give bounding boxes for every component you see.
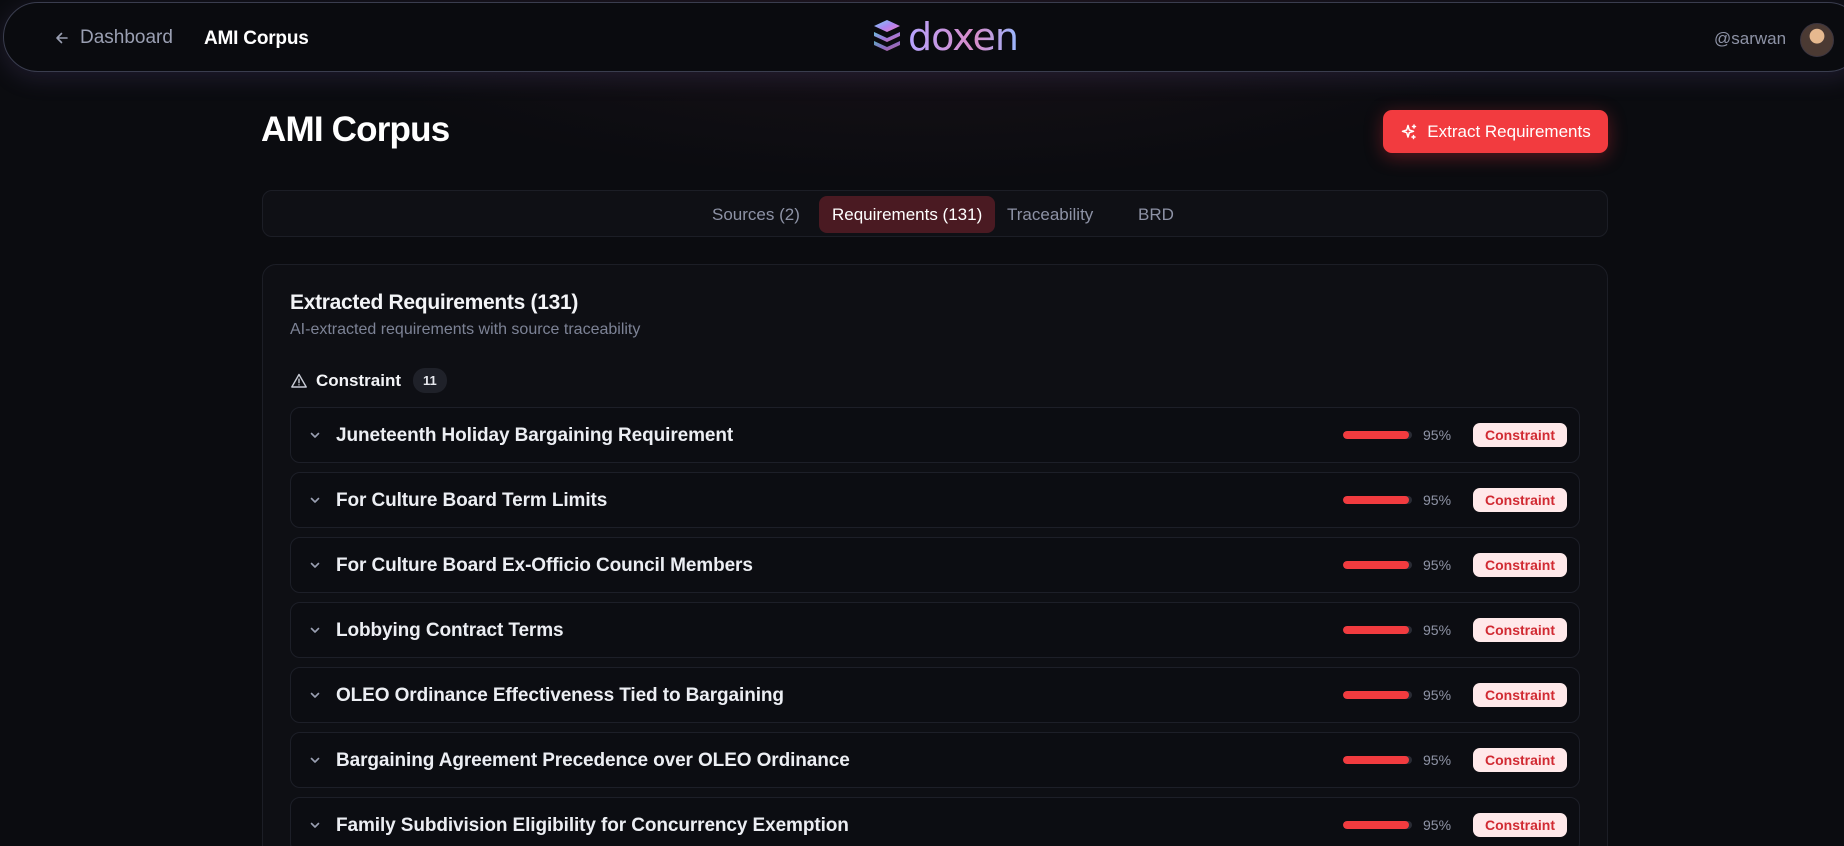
- confidence-percent: 95%: [1423, 492, 1452, 508]
- user-handle: @sarwan: [1714, 29, 1787, 48]
- requirement-row[interactable]: Juneteenth Holiday Bargaining Requiremen…: [290, 407, 1580, 463]
- confidence-percent: 95%: [1423, 752, 1452, 768]
- avatar[interactable]: [1800, 23, 1834, 57]
- arrow-left-icon: [56, 32, 68, 44]
- requirement-row[interactable]: For Culture Board Term Limits 95% Constr…: [290, 472, 1580, 528]
- tab-requirements[interactable]: Requirements (131): [819, 196, 996, 233]
- brand[interactable]: doxen: [870, 15, 1019, 59]
- tab-sources[interactable]: Sources (2): [699, 196, 813, 233]
- confidence-bar-fill: [1343, 756, 1409, 764]
- chevron-down-icon[interactable]: [308, 818, 322, 832]
- confidence-bar: [1343, 756, 1412, 764]
- requirement-title: Lobbying Contract Terms: [336, 620, 564, 641]
- group-label: Constraint: [316, 370, 401, 390]
- requirement-title: For Culture Board Term Limits: [336, 490, 608, 511]
- requirement-title: For Culture Board Ex-Officio Council Mem…: [336, 555, 753, 576]
- back-link-label: Dashboard: [80, 27, 173, 48]
- requirement-row[interactable]: Family Subdivision Eligibility for Concu…: [290, 797, 1580, 846]
- chevron-down-icon[interactable]: [308, 688, 322, 702]
- confidence-bar-fill: [1343, 561, 1409, 569]
- confidence-percent: 95%: [1423, 622, 1452, 638]
- extract-requirements-button[interactable]: Extract Requirements: [1383, 110, 1608, 153]
- requirement-type-badge: Constraint: [1473, 423, 1567, 447]
- requirements-card: Extracted Requirements (131) AI-extracte…: [262, 264, 1608, 846]
- chevron-down-icon[interactable]: [308, 623, 322, 637]
- requirements-list: Juneteenth Holiday Bargaining Requiremen…: [290, 407, 1580, 846]
- chevron-down-icon[interactable]: [308, 493, 322, 507]
- warning-triangle-icon: [291, 373, 307, 388]
- brand-name: doxen: [908, 15, 1019, 59]
- card-subtitle: AI-extracted requirements with source tr…: [290, 321, 641, 338]
- page-title: AMI Corpus: [261, 110, 450, 149]
- confidence-bar: [1343, 821, 1412, 829]
- requirement-type-badge: Constraint: [1473, 553, 1567, 577]
- requirement-row[interactable]: OLEO Ordinance Effectiveness Tied to Bar…: [290, 667, 1580, 723]
- confidence-bar-fill: [1343, 496, 1409, 504]
- tabs-bar: Sources (2) Requirements (131) Traceabil…: [262, 190, 1608, 237]
- confidence-bar-fill: [1343, 821, 1409, 829]
- tab-brd[interactable]: BRD: [1125, 196, 1187, 233]
- confidence-percent: 95%: [1423, 817, 1452, 833]
- confidence-bar: [1343, 561, 1412, 569]
- card-title: Extracted Requirements (131): [290, 291, 579, 314]
- tab-traceability[interactable]: Traceability: [994, 196, 1106, 233]
- confidence-bar: [1343, 626, 1412, 634]
- requirement-title: Family Subdivision Eligibility for Concu…: [336, 815, 849, 836]
- requirement-type-badge: Constraint: [1473, 748, 1567, 772]
- breadcrumb-title: AMI Corpus: [204, 28, 309, 49]
- requirement-row[interactable]: Lobbying Contract Terms 95% Constraint: [290, 602, 1580, 658]
- confidence-bar: [1343, 691, 1412, 699]
- confidence-bar: [1343, 496, 1412, 504]
- chevron-down-icon[interactable]: [308, 428, 322, 442]
- extract-requirements-label: Extract Requirements: [1427, 121, 1591, 141]
- confidence-bar-fill: [1343, 626, 1409, 634]
- requirement-row[interactable]: Bargaining Agreement Precedence over OLE…: [290, 732, 1580, 788]
- group-header-constraint: Constraint 11: [290, 368, 447, 393]
- requirement-type-badge: Constraint: [1473, 618, 1567, 642]
- confidence-bar: [1343, 431, 1412, 439]
- requirement-type-badge: Constraint: [1473, 488, 1567, 512]
- top-nav: Dashboard AMI Corpus doxen @sarwan: [3, 2, 1844, 72]
- requirement-title: Juneteenth Holiday Bargaining Requiremen…: [336, 425, 734, 446]
- chevron-down-icon[interactable]: [308, 753, 322, 767]
- confidence-bar-fill: [1343, 691, 1409, 699]
- requirement-title: OLEO Ordinance Effectiveness Tied to Bar…: [336, 685, 784, 706]
- group-count-badge: 11: [413, 368, 447, 393]
- chevron-down-icon[interactable]: [308, 558, 322, 572]
- confidence-percent: 95%: [1423, 557, 1452, 573]
- sparkle-icon: [1402, 123, 1417, 139]
- confidence-percent: 95%: [1423, 687, 1452, 703]
- requirement-type-badge: Constraint: [1473, 813, 1567, 837]
- back-to-dashboard-link[interactable]: Dashboard: [54, 27, 173, 49]
- confidence-bar-fill: [1343, 431, 1409, 439]
- requirement-title: Bargaining Agreement Precedence over OLE…: [336, 750, 850, 771]
- requirement-row[interactable]: For Culture Board Ex-Officio Council Mem…: [290, 537, 1580, 593]
- requirement-type-badge: Constraint: [1473, 683, 1567, 707]
- confidence-percent: 95%: [1423, 427, 1452, 443]
- doxen-logo-icon: [874, 20, 900, 51]
